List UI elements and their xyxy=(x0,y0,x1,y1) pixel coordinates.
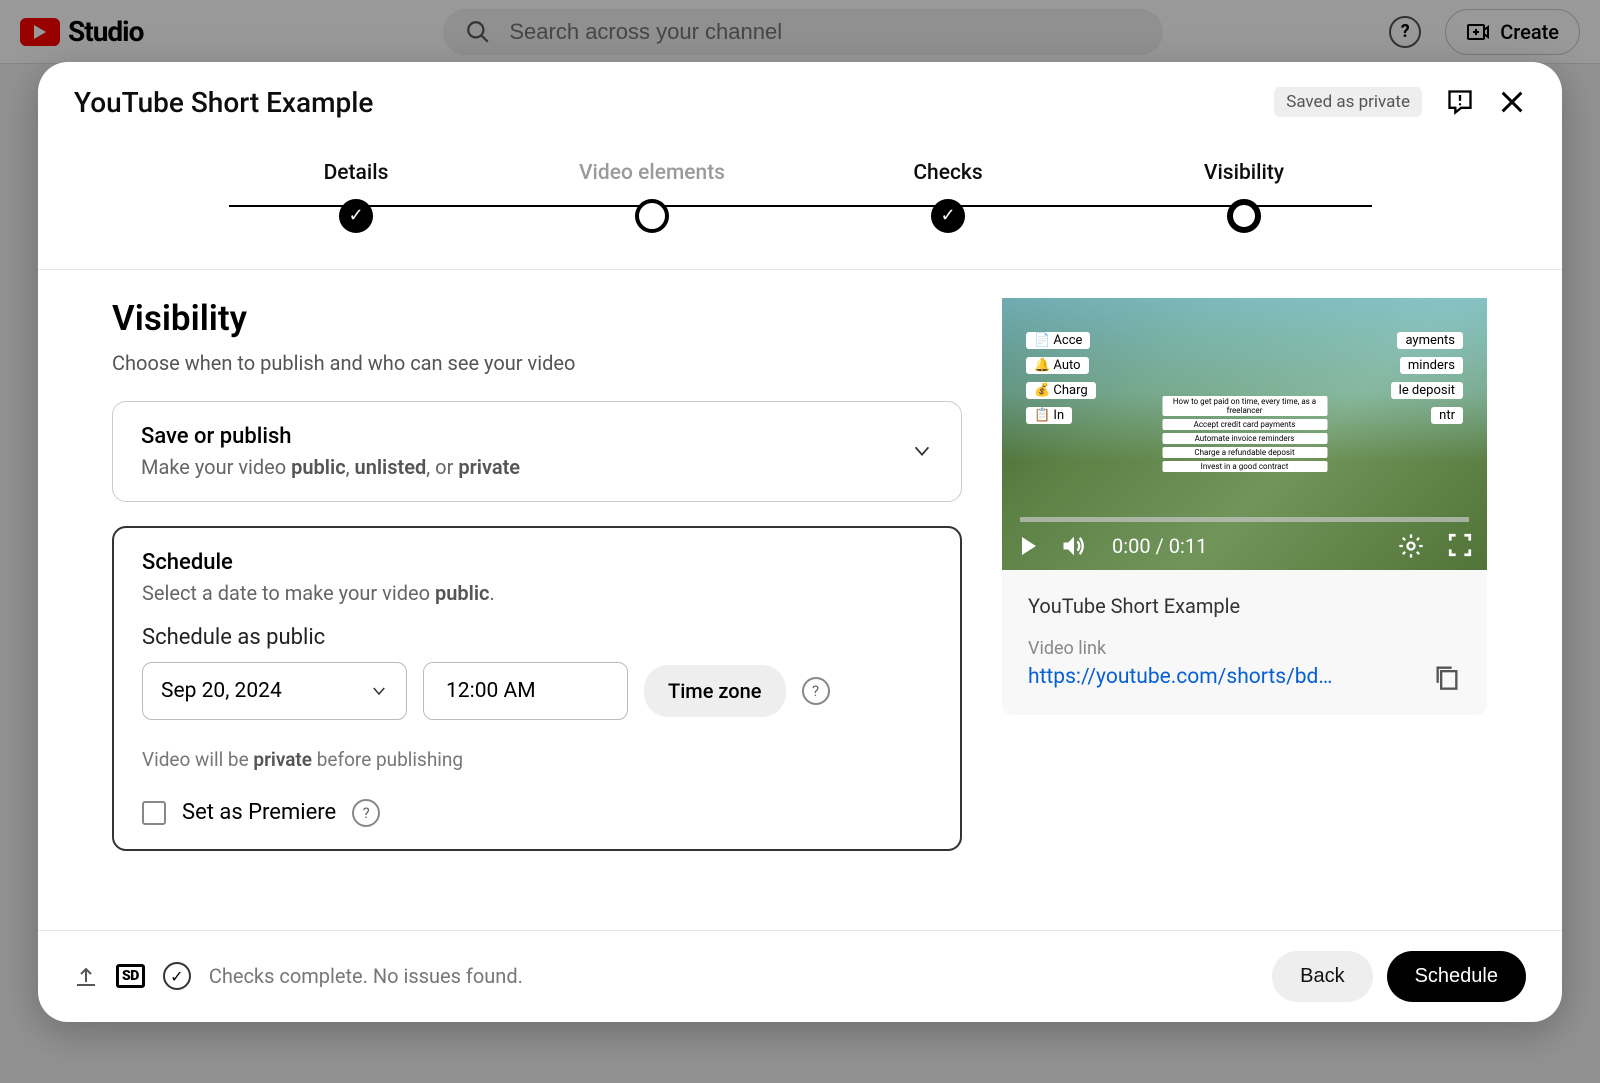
step-video-elements[interactable]: Video elements xyxy=(504,161,800,233)
stepper: Details ✓ Video elements Checks ✓ Visibi… xyxy=(38,143,1562,270)
check-icon: ✓ xyxy=(940,205,955,226)
modal-overlay: YouTube Short Example Saved as private D… xyxy=(0,0,1600,1083)
chevron-down-icon xyxy=(911,440,933,462)
saved-badge: Saved as private xyxy=(1274,87,1422,117)
check-icon: ✓ xyxy=(348,205,363,226)
preview-title: YouTube Short Example xyxy=(1028,594,1461,618)
copy-button[interactable] xyxy=(1433,663,1461,691)
close-button[interactable] xyxy=(1498,88,1526,116)
card-subtitle: Make your video public, unlisted, or pri… xyxy=(141,455,933,479)
schedule-button[interactable]: Schedule xyxy=(1387,951,1526,1002)
video-preview-card: 📄 Acceayments 🔔 Autominders 💰 Chargle de… xyxy=(1002,298,1487,715)
dialog-body: Visibility Choose when to publish and wh… xyxy=(38,270,1562,930)
schedule-note: Video will be private before publishing xyxy=(142,748,932,771)
video-controls: 0:00 / 0:11 xyxy=(1002,522,1487,570)
sd-badge: SD xyxy=(116,964,145,988)
premiere-checkbox[interactable] xyxy=(142,801,166,825)
premiere-label: Set as Premiere xyxy=(182,800,336,825)
time-input[interactable]: 12:00 AM xyxy=(423,662,628,720)
dialog-title: YouTube Short Example xyxy=(74,86,373,119)
card-title: Schedule xyxy=(142,550,932,575)
schedule-as-public-label: Schedule as public xyxy=(142,625,932,650)
checks-ok-icon: ✓ xyxy=(163,962,191,990)
date-select[interactable]: Sep 20, 2024 xyxy=(142,662,407,720)
play-icon[interactable] xyxy=(1016,534,1040,558)
section-subtitle: Choose when to publish and who can see y… xyxy=(112,351,962,375)
help-icon[interactable]: ? xyxy=(352,799,380,827)
dialog-footer: SD ✓ Checks complete. No issues found. B… xyxy=(38,930,1562,1022)
step-details[interactable]: Details ✓ xyxy=(208,161,504,233)
back-button[interactable]: Back xyxy=(1272,951,1372,1002)
section-heading: Visibility xyxy=(112,298,962,339)
settings-icon[interactable] xyxy=(1397,532,1425,560)
video-time: 0:00 / 0:11 xyxy=(1112,534,1207,558)
volume-icon[interactable] xyxy=(1060,532,1088,560)
preview-info: YouTube Short Example Video link https:/… xyxy=(1002,570,1487,715)
help-icon[interactable]: ? xyxy=(802,677,830,705)
dialog-header: YouTube Short Example Saved as private xyxy=(38,62,1562,143)
video-preview[interactable]: 📄 Acceayments 🔔 Autominders 💰 Chargle de… xyxy=(1002,298,1487,570)
video-link[interactable]: https://youtube.com/shorts/bd… xyxy=(1028,665,1332,689)
upload-status-icon xyxy=(74,964,98,988)
date-value: Sep 20, 2024 xyxy=(161,679,282,703)
step-visibility[interactable]: Visibility xyxy=(1096,161,1392,233)
save-or-publish-card[interactable]: Save or publish Make your video public, … xyxy=(112,401,962,502)
feedback-icon[interactable] xyxy=(1446,88,1474,116)
time-value: 12:00 AM xyxy=(446,679,536,703)
card-title: Save or publish xyxy=(141,424,933,449)
fullscreen-icon[interactable] xyxy=(1447,532,1473,558)
step-checks[interactable]: Checks ✓ xyxy=(800,161,1096,233)
video-link-label: Video link xyxy=(1028,638,1461,659)
chevron-down-icon xyxy=(370,682,388,700)
schedule-card: Schedule Select a date to make your vide… xyxy=(112,526,962,851)
card-subtitle: Select a date to make your video public. xyxy=(142,581,932,605)
checks-text: Checks complete. No issues found. xyxy=(209,964,523,988)
timezone-button[interactable]: Time zone xyxy=(644,665,786,717)
upload-dialog: YouTube Short Example Saved as private D… xyxy=(38,62,1562,1022)
